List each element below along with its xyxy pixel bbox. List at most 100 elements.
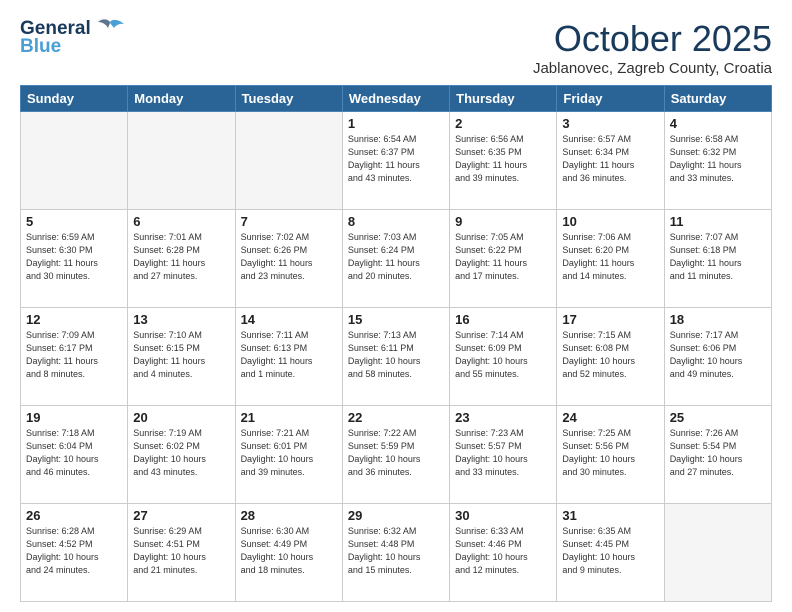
day-number: 7 [241,214,337,229]
calendar-cell: 18 Sunrise: 7:17 AM Sunset: 6:06 PM Dayli… [664,308,771,406]
calendar-cell: 27 Sunrise: 6:29 AM Sunset: 4:51 PM Dayli… [128,504,235,602]
calendar-cell: 26Sunrise: 6:28 AM Sunset: 4:52 PM Dayli… [21,504,128,602]
calendar-cell: 8 Sunrise: 7:03 AM Sunset: 6:24 PM Daylig… [342,210,449,308]
calendar-cell: 20Sunrise: 7:19 AM Sunset: 6:02 PM Dayli… [128,406,235,504]
page: General Blue October 2025 Jablanovec, Za… [0,0,792,612]
day-info: Sunrise: 7:19 AM Sunset: 6:02 PM Dayligh… [133,427,229,479]
calendar-cell: 4Sunrise: 6:58 AM Sunset: 6:32 PM Daylig… [664,112,771,210]
calendar-cell: 5 Sunrise: 6:59 AM Sunset: 6:30 PM Daylig… [21,210,128,308]
day-number: 9 [455,214,551,229]
day-info: Sunrise: 7:14 AM Sunset: 6:09 PM Dayligh… [455,329,551,381]
day-number: 22 [348,410,444,425]
day-info: Sunrise: 6:30 AM Sunset: 4:49 PM Dayligh… [241,525,337,577]
day-info: Sunrise: 6:29 AM Sunset: 4:51 PM Dayligh… [133,525,229,577]
col-tuesday: Tuesday [235,86,342,112]
header: General Blue October 2025 Jablanovec, Za… [20,18,772,77]
day-info: Sunrise: 7:01 AM Sunset: 6:28 PM Dayligh… [133,231,229,283]
day-info: Sunrise: 7:02 AM Sunset: 6:26 PM Dayligh… [241,231,337,283]
calendar-cell: 22 Sunrise: 7:22 AM Sunset: 5:59 PM Dayli… [342,406,449,504]
day-number: 26 [26,508,122,523]
day-info: Sunrise: 7:10 AM Sunset: 6:15 PM Dayligh… [133,329,229,381]
day-info: Sunrise: 7:22 AM Sunset: 5:59 PM Dayligh… [348,427,444,479]
day-number: 18 [670,312,766,327]
day-info: Sunrise: 7:06 AM Sunset: 6:20 PM Dayligh… [562,231,658,283]
day-number: 28 [241,508,337,523]
day-info: Sunrise: 7:23 AM Sunset: 5:57 PM Dayligh… [455,427,551,479]
calendar-cell [664,504,771,602]
day-info: Sunrise: 7:17 AM Sunset: 6:06 PM Dayligh… [670,329,766,381]
calendar-cell: 28 Sunrise: 6:30 AM Sunset: 4:49 PM Dayli… [235,504,342,602]
calendar-cell: 19 Sunrise: 7:18 AM Sunset: 6:04 PM Dayli… [21,406,128,504]
day-info: Sunrise: 7:18 AM Sunset: 6:04 PM Dayligh… [26,427,122,479]
col-saturday: Saturday [664,86,771,112]
day-number: 5 [26,214,122,229]
week-row-1: 1 Sunrise: 6:54 AM Sunset: 6:37 PM Daylig… [21,112,772,210]
day-number: 2 [455,116,551,131]
col-thursday: Thursday [450,86,557,112]
day-number: 14 [241,312,337,327]
calendar-table: Sunday Monday Tuesday Wednesday Thursday… [20,85,772,602]
day-number: 13 [133,312,229,327]
calendar-cell: 13 Sunrise: 7:10 AM Sunset: 6:15 PM Dayli… [128,308,235,406]
day-info: Sunrise: 7:11 AM Sunset: 6:13 PM Dayligh… [241,329,337,381]
day-number: 1 [348,116,444,131]
calendar-cell: 1 Sunrise: 6:54 AM Sunset: 6:37 PM Daylig… [342,112,449,210]
day-number: 8 [348,214,444,229]
day-number: 17 [562,312,658,327]
day-info: Sunrise: 7:07 AM Sunset: 6:18 PM Dayligh… [670,231,766,283]
calendar-cell: 29 Sunrise: 6:32 AM Sunset: 4:48 PM Dayli… [342,504,449,602]
day-number: 30 [455,508,551,523]
calendar-cell: 16 Sunrise: 7:14 AM Sunset: 6:09 PM Dayli… [450,308,557,406]
day-number: 16 [455,312,551,327]
calendar-cell: 30 Sunrise: 6:33 AM Sunset: 4:46 PM Dayli… [450,504,557,602]
day-number: 19 [26,410,122,425]
day-info: Sunrise: 7:05 AM Sunset: 6:22 PM Dayligh… [455,231,551,283]
day-number: 3 [562,116,658,131]
location-subtitle: Jablanovec, Zagreb County, Croatia [533,60,772,77]
logo: General Blue [20,18,124,58]
day-number: 11 [670,214,766,229]
calendar-cell: 24Sunrise: 7:25 AM Sunset: 5:56 PM Dayli… [557,406,664,504]
day-info: Sunrise: 7:15 AM Sunset: 6:08 PM Dayligh… [562,329,658,381]
day-number: 25 [670,410,766,425]
day-number: 27 [133,508,229,523]
day-info: Sunrise: 6:32 AM Sunset: 4:48 PM Dayligh… [348,525,444,577]
day-number: 15 [348,312,444,327]
calendar-cell: 12Sunrise: 7:09 AM Sunset: 6:17 PM Dayli… [21,308,128,406]
day-info: Sunrise: 6:59 AM Sunset: 6:30 PM Dayligh… [26,231,122,283]
day-info: Sunrise: 6:57 AM Sunset: 6:34 PM Dayligh… [562,133,658,185]
day-info: Sunrise: 6:56 AM Sunset: 6:35 PM Dayligh… [455,133,551,185]
week-row-5: 26Sunrise: 6:28 AM Sunset: 4:52 PM Dayli… [21,504,772,602]
calendar-cell: 11 Sunrise: 7:07 AM Sunset: 6:18 PM Dayli… [664,210,771,308]
day-info: Sunrise: 6:33 AM Sunset: 4:46 PM Dayligh… [455,525,551,577]
day-info: Sunrise: 7:03 AM Sunset: 6:24 PM Dayligh… [348,231,444,283]
calendar-header-row: Sunday Monday Tuesday Wednesday Thursday… [21,86,772,112]
calendar-cell: 21Sunrise: 7:21 AM Sunset: 6:01 PM Dayli… [235,406,342,504]
col-wednesday: Wednesday [342,86,449,112]
calendar-cell: 6 Sunrise: 7:01 AM Sunset: 6:28 PM Daylig… [128,210,235,308]
day-number: 6 [133,214,229,229]
month-title: October 2025 [533,18,772,60]
calendar-cell: 17 Sunrise: 7:15 AM Sunset: 6:08 PM Dayli… [557,308,664,406]
col-sunday: Sunday [21,86,128,112]
calendar-cell: 23Sunrise: 7:23 AM Sunset: 5:57 PM Dayli… [450,406,557,504]
week-row-4: 19 Sunrise: 7:18 AM Sunset: 6:04 PM Dayli… [21,406,772,504]
day-info: Sunrise: 6:54 AM Sunset: 6:37 PM Dayligh… [348,133,444,185]
day-info: Sunrise: 7:13 AM Sunset: 6:11 PM Dayligh… [348,329,444,381]
day-number: 24 [562,410,658,425]
day-info: Sunrise: 6:35 AM Sunset: 4:45 PM Dayligh… [562,525,658,577]
calendar-cell: 3 Sunrise: 6:57 AM Sunset: 6:34 PM Daylig… [557,112,664,210]
day-info: Sunrise: 7:09 AM Sunset: 6:17 PM Dayligh… [26,329,122,381]
day-info: Sunrise: 6:58 AM Sunset: 6:32 PM Dayligh… [670,133,766,185]
calendar-cell: 2 Sunrise: 6:56 AM Sunset: 6:35 PM Daylig… [450,112,557,210]
col-friday: Friday [557,86,664,112]
day-number: 29 [348,508,444,523]
calendar-cell [235,112,342,210]
calendar-cell: 14 Sunrise: 7:11 AM Sunset: 6:13 PM Dayli… [235,308,342,406]
day-number: 10 [562,214,658,229]
calendar-cell: 25Sunrise: 7:26 AM Sunset: 5:54 PM Dayli… [664,406,771,504]
calendar-cell [128,112,235,210]
calendar-cell: 31Sunrise: 6:35 AM Sunset: 4:45 PM Dayli… [557,504,664,602]
col-monday: Monday [128,86,235,112]
day-number: 21 [241,410,337,425]
